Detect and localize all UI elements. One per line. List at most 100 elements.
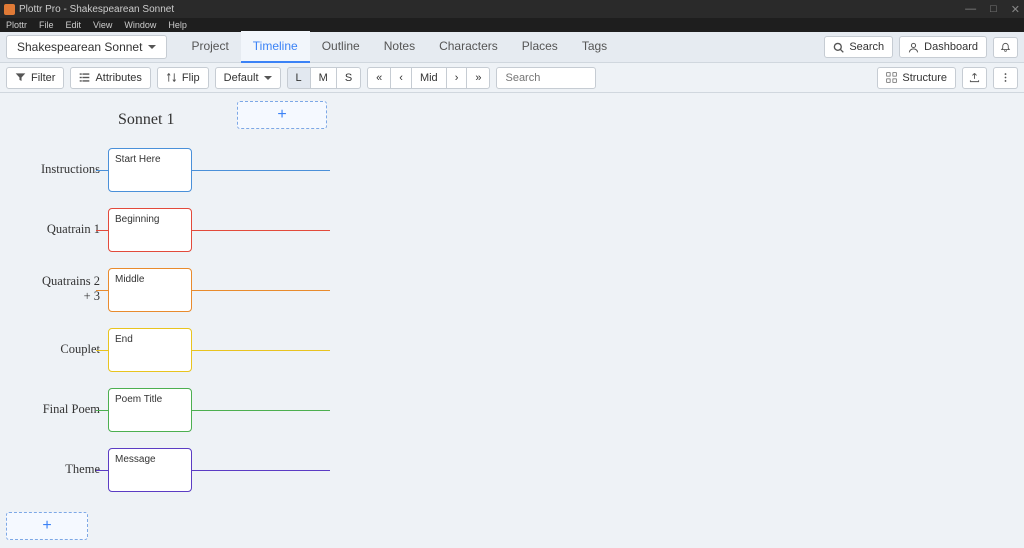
row-line xyxy=(96,290,108,291)
dashboard-label: Dashboard xyxy=(924,41,978,53)
plus-icon: + xyxy=(42,517,51,535)
tab-notes[interactable]: Notes xyxy=(372,31,427,63)
export-icon xyxy=(969,72,980,83)
timeline-canvas[interactable]: Sonnet 1 + Instructions Start Here Quatrai… xyxy=(0,93,1024,548)
row-label[interactable]: Quatrain 1 xyxy=(0,222,100,237)
timeline-row: Quatrains 2+ 3 Middle xyxy=(0,268,330,314)
row-line xyxy=(96,470,108,471)
window-close[interactable]: ✕ xyxy=(1011,3,1020,16)
row-line xyxy=(96,230,108,231)
attributes-label: Attributes xyxy=(95,72,141,84)
kebab-icon xyxy=(1000,72,1011,83)
more-button[interactable] xyxy=(993,67,1018,89)
nav-next[interactable]: › xyxy=(446,67,468,89)
size-m[interactable]: M xyxy=(310,67,337,89)
window-title: Plottr Pro - Shakespearean Sonnet xyxy=(19,4,174,15)
chevron-down-icon xyxy=(264,76,272,80)
nav-last[interactable]: » xyxy=(466,67,490,89)
nav-group: « ‹ Mid › » xyxy=(367,67,490,89)
attributes-button[interactable]: Attributes xyxy=(70,67,150,89)
timeline-row: Theme Message xyxy=(0,448,330,494)
structure-button[interactable]: Structure xyxy=(877,67,956,89)
flip-icon xyxy=(166,72,177,83)
filter-button[interactable]: Filter xyxy=(6,67,64,89)
add-row-button[interactable]: + xyxy=(6,512,88,540)
nav-mid[interactable]: Mid xyxy=(411,67,447,89)
scene-card[interactable]: Message xyxy=(108,448,192,492)
export-button[interactable] xyxy=(962,67,987,89)
filter-icon xyxy=(15,72,26,83)
structure-icon xyxy=(886,72,897,83)
add-column-button[interactable]: + xyxy=(237,101,327,129)
project-selector[interactable]: Shakespearean Sonnet xyxy=(6,35,167,59)
nav-prev[interactable]: ‹ xyxy=(390,67,412,89)
timeline-row: Couplet End xyxy=(0,328,330,374)
menu-file[interactable]: File xyxy=(39,20,54,30)
menu-window[interactable]: Window xyxy=(124,20,156,30)
search-icon xyxy=(833,42,844,53)
search-button[interactable]: Search xyxy=(824,36,893,58)
row-label[interactable]: Theme xyxy=(0,462,100,477)
dashboard-button[interactable]: Dashboard xyxy=(899,36,987,58)
menu-view[interactable]: View xyxy=(93,20,112,30)
toolbar: Filter Attributes Flip Default L M S « ‹… xyxy=(0,63,1024,93)
titlebar: Plottr Pro - Shakespearean Sonnet — □ ✕ xyxy=(0,0,1024,18)
row-label[interactable]: Instructions xyxy=(0,162,100,177)
user-icon xyxy=(908,42,919,53)
row-line xyxy=(192,230,330,231)
row-line xyxy=(192,410,330,411)
filter-label: Filter xyxy=(31,72,55,84)
default-dropdown[interactable]: Default xyxy=(215,67,281,89)
menubar: Plottr File Edit View Window Help xyxy=(0,18,1024,32)
scene-card[interactable]: Poem Title xyxy=(108,388,192,432)
notifications-button[interactable] xyxy=(993,37,1018,58)
flip-button[interactable]: Flip xyxy=(157,67,209,89)
tab-places[interactable]: Places xyxy=(510,31,570,63)
default-label: Default xyxy=(224,72,259,84)
window-minimize[interactable]: — xyxy=(965,3,976,16)
nav-first[interactable]: « xyxy=(367,67,391,89)
chevron-down-icon xyxy=(148,45,156,49)
row-line xyxy=(192,170,330,171)
size-group: L M S xyxy=(287,67,362,89)
size-l[interactable]: L xyxy=(287,67,311,89)
scene-card[interactable]: Middle xyxy=(108,268,192,312)
row-line xyxy=(96,410,108,411)
menu-edit[interactable]: Edit xyxy=(66,20,82,30)
row-line xyxy=(192,470,330,471)
scene-card[interactable]: Start Here xyxy=(108,148,192,192)
row-label[interactable]: Final Poem xyxy=(0,402,100,417)
timeline-row: Quatrain 1 Beginning xyxy=(0,208,330,254)
project-selector-label: Shakespearean Sonnet xyxy=(17,40,142,54)
size-s[interactable]: S xyxy=(336,67,361,89)
main-tabs: Project Timeline Outline Notes Character… xyxy=(179,31,619,63)
row-line xyxy=(96,350,108,351)
bell-icon xyxy=(1000,42,1011,53)
window-maximize[interactable]: □ xyxy=(990,3,997,16)
structure-label: Structure xyxy=(902,72,947,84)
topbar: Shakespearean Sonnet Project Timeline Ou… xyxy=(0,32,1024,63)
scene-card[interactable]: End xyxy=(108,328,192,372)
tab-project[interactable]: Project xyxy=(179,31,240,63)
app-icon xyxy=(4,4,15,15)
plus-icon: + xyxy=(277,106,286,124)
timeline-row: Final Poem Poem Title xyxy=(0,388,330,434)
toolbar-search-input[interactable] xyxy=(496,67,596,89)
column-header[interactable]: Sonnet 1 xyxy=(118,111,174,129)
row-label[interactable]: Couplet xyxy=(0,342,100,357)
tab-outline[interactable]: Outline xyxy=(310,31,372,63)
menu-help[interactable]: Help xyxy=(168,20,187,30)
menu-plottr[interactable]: Plottr xyxy=(6,20,27,30)
search-label: Search xyxy=(849,41,884,53)
tab-timeline[interactable]: Timeline xyxy=(241,31,310,63)
row-line xyxy=(192,350,330,351)
row-label[interactable]: Quatrains 2+ 3 xyxy=(0,274,100,304)
row-line xyxy=(192,290,330,291)
flip-label: Flip xyxy=(182,72,200,84)
timeline-row: Instructions Start Here xyxy=(0,148,330,194)
list-icon xyxy=(79,72,90,83)
tab-characters[interactable]: Characters xyxy=(427,31,510,63)
row-line xyxy=(96,170,108,171)
scene-card[interactable]: Beginning xyxy=(108,208,192,252)
tab-tags[interactable]: Tags xyxy=(570,31,619,63)
